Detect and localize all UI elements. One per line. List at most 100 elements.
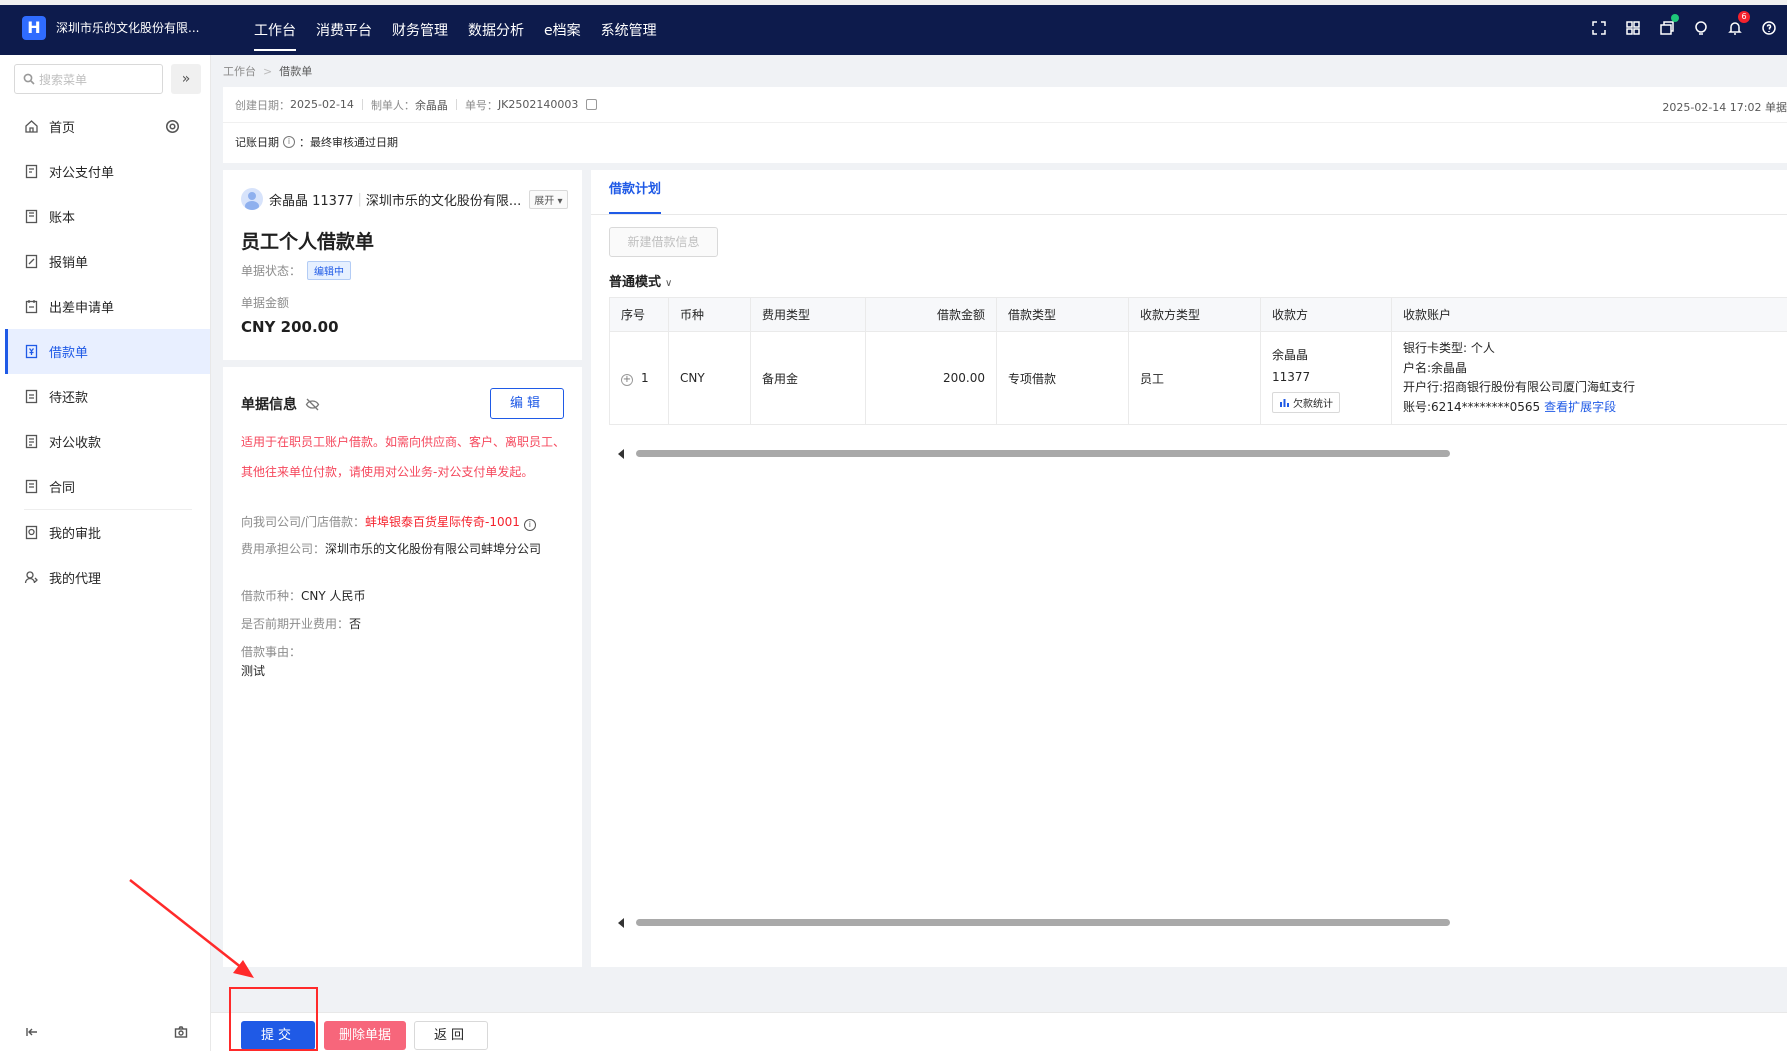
delete-document-button[interactable]: 删除单据 (324, 1021, 406, 1050)
meta-divider (361, 99, 363, 110)
sidebar-item-loan[interactable]: 借款单 (5, 329, 210, 374)
col-payee-type: 收款方类型 (1128, 297, 1261, 332)
account-date-value: ：最终审核通过日期 (299, 136, 398, 149)
debt-stats-label: 欠款统计 (1293, 398, 1333, 410)
back-button[interactable]: 返回 (414, 1021, 488, 1050)
field-value: 否 (349, 617, 362, 631)
new-loan-info-button[interactable]: 新建借款信息 (609, 227, 718, 257)
loan-icon (25, 344, 38, 359)
sidebar-item-label: 待还款 (49, 391, 89, 406)
breadcrumb-root[interactable]: 工作台 (223, 65, 256, 78)
status-badge: 编辑中 (307, 261, 352, 280)
tab-divider (591, 214, 1787, 215)
scroll-thumb[interactable] (636, 450, 1450, 457)
table-scrollbar[interactable] (609, 447, 1787, 459)
camera-icon[interactable] (174, 1025, 188, 1039)
bell-icon[interactable]: 6 (1725, 11, 1750, 38)
scroll-left-arrow[interactable] (618, 918, 624, 928)
nav-finance[interactable]: 财务管理 (392, 16, 448, 40)
breadcrumb-current: 借款单 (279, 65, 313, 78)
warning-text: 适用于在职员工账户借款。如需向供应商、客户、离职员工、其他往来单位付款，请使用对… (241, 435, 566, 479)
scroll-left-arrow[interactable] (618, 449, 624, 459)
sidebar-item-label: 合同 (49, 481, 76, 496)
applicant-company: 深圳市乐的文化股份有限... (365, 193, 522, 209)
account-bank: 开户行:招商银行股份有限公司厦门海虹支行 (1403, 380, 1636, 394)
cell-expense-type: 备用金 (750, 331, 866, 425)
repay-icon (25, 389, 38, 404)
table-header-row: 序号 币种 费用类型 借款金额 借款类型 收款方类型 收款方 收款账户 (609, 297, 1787, 332)
cell-loan-type: 专项借款 (996, 331, 1129, 425)
document-info-card: 单据信息 编辑 适用于在职员工账户借款。如需向供应商、客户、离职员工、其他往来单… (223, 367, 582, 967)
col-loan-type: 借款类型 (996, 297, 1129, 332)
sidebar-item-reimburse[interactable]: 报销单 (5, 239, 210, 284)
nav-e-archive[interactable]: e档案 (544, 16, 581, 40)
sidebar-item-public-receipt[interactable]: 对公收款 (5, 419, 210, 464)
sidebar-item-my-agent[interactable]: 我的代理 (5, 555, 210, 600)
fullscreen-icon[interactable] (1589, 18, 1609, 38)
info-icon[interactable]: i (523, 519, 536, 531)
gear-icon[interactable] (165, 119, 180, 134)
sidebar-item-trip-request[interactable]: 出差申请单 (5, 284, 210, 329)
sidebar-item-public-payment[interactable]: 对公支付单 (5, 149, 210, 194)
location-icon[interactable] (1691, 18, 1711, 38)
created-date-value: 2025-02-14 (290, 98, 354, 111)
nav-system[interactable]: 系统管理 (601, 16, 657, 40)
field-label: 是否前期开业费用： (241, 617, 350, 631)
field-value: 蚌埠银泰百货星际传奇-1001 (365, 515, 520, 529)
search-placeholder: 搜索菜单 (39, 72, 88, 87)
approval-icon (25, 525, 38, 540)
collapse-left-icon[interactable] (25, 1025, 39, 1039)
sidebar-item-pending-repay[interactable]: 待还款 (5, 374, 210, 419)
doc-timestamp: 2025-02-14 17:02 单据 (1662, 101, 1787, 114)
field-value: 测试 (241, 664, 266, 678)
panel-scrollbar[interactable] (609, 916, 1787, 928)
help-icon[interactable] (1759, 18, 1779, 38)
bar-chart-icon (1280, 398, 1289, 407)
edit-button[interactable]: 编辑 (490, 388, 564, 419)
sidebar: 搜索菜单 » 首页 对公支付单 账本 报销单 出差申请单 借款单 待还款 对公收… (5, 55, 211, 1051)
expand-row-icon[interactable]: + (621, 373, 633, 386)
info-icon[interactable]: i (283, 136, 295, 148)
expand-button[interactable]: 展开 ▾ (529, 189, 568, 209)
sidebar-collapse-button[interactable]: » (171, 64, 201, 94)
sidebar-item-ledger[interactable]: 账本 (5, 194, 210, 239)
applicant-name: 余晶晶 11377 (269, 193, 354, 209)
loan-plan-table: 序号 币种 费用类型 借款金额 借款类型 收款方类型 收款方 收款账户 +1 C… (609, 297, 1787, 425)
main-content: 工作台 > 借款单 创建日期： 2025-02-14 制单人： 余晶晶 单号： JK… (211, 55, 1787, 1051)
view-extended-fields-link[interactable]: 查看扩展字段 (1544, 400, 1616, 414)
col-account: 收款账户 (1391, 297, 1787, 332)
amount-value: CNY 200.00 (241, 318, 339, 336)
nav-analytics[interactable]: 数据分析 (468, 16, 524, 40)
debt-stats-button[interactable]: 欠款统计 (1272, 391, 1340, 413)
tab-loan-plan[interactable]: 借款计划 (609, 170, 662, 214)
field-borrow-from: 向我司公司/门店借款：蚌埠银泰百货星际传奇-1001 i (241, 513, 565, 532)
sidebar-item-home[interactable]: 首页 (5, 104, 210, 149)
sidebar-item-label: 出差申请单 (49, 301, 115, 316)
copy-icon[interactable] (586, 99, 598, 110)
row-index: 1 (641, 370, 649, 385)
apps-icon[interactable] (1623, 18, 1643, 38)
company-name[interactable]: 深圳市乐的文化股份有限... (56, 19, 216, 36)
scroll-thumb[interactable] (636, 919, 1450, 926)
mode-selector[interactable]: 普通模式 ∨ (609, 271, 672, 290)
document-meta-bar: 创建日期： 2025-02-14 制单人： 余晶晶 单号： JK25021400… (223, 87, 1787, 163)
loan-plan-panel: 借款计划 新建借款信息 普通模式 ∨ 序号 币种 费用类型 借款金额 借款类型 收… (591, 170, 1787, 967)
bell-badge: 6 (1738, 11, 1750, 23)
sidebar-item-label: 对公支付单 (49, 166, 115, 181)
field-label: 借款事由： (241, 645, 302, 659)
caret-down-icon: ▾ (557, 195, 563, 207)
nav-consume-platform[interactable]: 消费平台 (316, 16, 372, 40)
maker-label: 制单人： (370, 98, 415, 112)
app-logo[interactable]: H (22, 15, 46, 40)
meta-row: 创建日期： 2025-02-14 制单人： 余晶晶 单号： JK25021400… (223, 87, 1787, 123)
nav-workbench[interactable]: 工作台 (254, 16, 296, 51)
field-label: 借款币种： (241, 589, 302, 603)
sidebar-item-contract[interactable]: 合同 (5, 464, 210, 509)
tasks-icon[interactable] (1657, 14, 1679, 38)
breadcrumb: 工作台 > 借款单 (223, 63, 312, 79)
summary-card: 余晶晶 11377 | 深圳市乐的文化股份有限... 展开 ▾ 员工个人借款单 … (223, 170, 582, 360)
menu-search-input[interactable]: 搜索菜单 (14, 64, 163, 94)
eye-off-icon[interactable] (305, 397, 320, 412)
field-currency: 借款币种：CNY 人民币 (241, 587, 565, 606)
sidebar-item-my-approval[interactable]: 我的审批 (5, 510, 210, 555)
